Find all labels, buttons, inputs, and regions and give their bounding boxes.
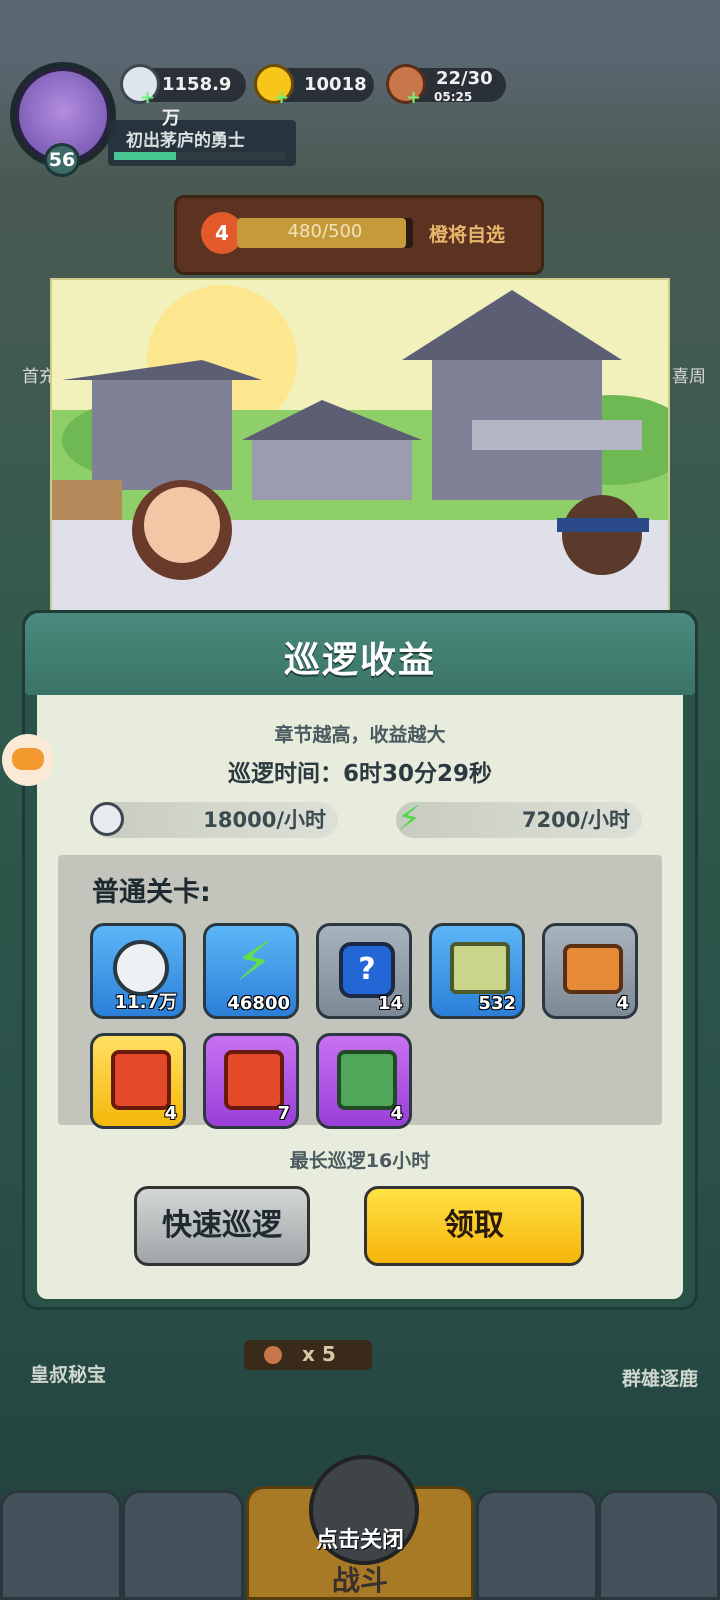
reward-item-mystery-gem[interactable]: ? 14 xyxy=(316,923,412,1019)
add-ingot-icon[interactable]: + xyxy=(274,89,289,107)
stamina-timer: 05:25 xyxy=(434,90,473,104)
gold-treasure-icon xyxy=(111,1050,171,1110)
stamina-counter[interactable]: + 22/30 05:25 xyxy=(386,64,506,107)
battle-count: x 5 xyxy=(302,1342,336,1366)
reward-item-purple-treasure[interactable]: 7 xyxy=(203,1033,299,1129)
xp-bar xyxy=(114,152,286,160)
quick-patrol-label: 快速巡逻 xyxy=(162,1208,282,1243)
energy-icon: ⚡ xyxy=(235,930,273,993)
heroes-contest-label[interactable]: 群雄逐鹿 xyxy=(622,1364,698,1391)
battle-cost-bar: x 5 xyxy=(244,1340,372,1370)
general-pick-panel[interactable]: 4 480/500 橙将自选 xyxy=(174,195,544,275)
reward-count: 4 xyxy=(390,1103,403,1124)
energy-rate-value: 7200/小时 xyxy=(521,808,630,832)
progress-bar: 480/500 xyxy=(237,218,413,248)
coin-rate-bar: 18000/小时 xyxy=(92,802,338,838)
orange-general-pick-label: 橙将自选 xyxy=(429,224,506,246)
uncle-treasure-label[interactable]: 皇叔秘宝 xyxy=(30,1360,106,1387)
nav-hero-button[interactable] xyxy=(122,1490,244,1600)
coin-value: 1158.9万 xyxy=(162,74,232,129)
reward-count: 11.7万 xyxy=(114,992,177,1013)
reward-count: 4 xyxy=(616,993,629,1014)
jade-seal-icon xyxy=(337,1050,397,1110)
dialog-title: 巡逻收益 xyxy=(283,640,436,681)
quick-patrol-button[interactable]: 快速巡逻 xyxy=(134,1186,310,1266)
patrol-scene-illustration xyxy=(50,278,670,618)
player-level-badge: 56 xyxy=(44,143,80,177)
add-stamina-icon[interactable]: + xyxy=(406,89,421,107)
reward-count: 4 xyxy=(164,1103,177,1124)
chest-icon xyxy=(563,944,623,994)
meat-icon xyxy=(264,1346,282,1364)
coin-icon xyxy=(90,802,124,836)
ingot-value: 10018 xyxy=(304,74,367,95)
xp-fill xyxy=(114,152,176,160)
energy-rate-bar: 7200/小时 xyxy=(396,802,642,838)
reward-item-chest[interactable]: 4 xyxy=(542,923,638,1019)
energy-icon: ⚡ xyxy=(397,799,421,839)
reward-count: 532 xyxy=(478,993,516,1014)
reward-item-jade-seal[interactable]: 4 xyxy=(316,1033,412,1129)
max-patrol-note: 最长巡逻16小时 xyxy=(289,1150,431,1172)
reward-count: 14 xyxy=(377,993,403,1014)
progress-text: 480/500 xyxy=(287,221,363,242)
reward-count: 7 xyxy=(277,1103,290,1124)
tap-to-close-hint[interactable]: 点击关闭 xyxy=(246,1522,474,1554)
scroll-icon xyxy=(450,942,510,994)
reward-item-energy[interactable]: ⚡ 46800 xyxy=(203,923,299,1019)
gamepad-icon xyxy=(12,748,44,770)
patrol-time: 巡逻时间：6时30分29秒 xyxy=(227,761,493,787)
coin-rate-value: 18000/小时 xyxy=(203,808,326,832)
nav-city-button[interactable] xyxy=(0,1490,122,1600)
reward-item-coin[interactable]: 11.7万 xyxy=(90,923,186,1019)
claim-label: 领取 xyxy=(444,1208,504,1243)
weekly-label[interactable]: 喜周 xyxy=(672,362,706,387)
reward-count: 46800 xyxy=(227,993,290,1014)
nav-equipment-button[interactable] xyxy=(476,1490,598,1600)
coin-counter[interactable]: + 1158.9万 xyxy=(120,64,246,129)
dialog-subtitle: 章节越高，收益越大 xyxy=(274,724,446,746)
claim-button[interactable]: 领取 xyxy=(364,1186,584,1266)
ingot-counter[interactable]: + 10018 xyxy=(254,64,374,107)
battle-label: 战斗 xyxy=(331,1564,388,1597)
gamepad-button[interactable] xyxy=(2,734,54,786)
reward-item-gold-treasure[interactable]: 4 xyxy=(90,1033,186,1129)
nav-shop-button[interactable] xyxy=(598,1490,720,1600)
purple-treasure-icon xyxy=(224,1050,284,1110)
mystery-gem-icon: ? xyxy=(339,942,395,998)
reward-item-scroll[interactable]: 532 xyxy=(429,923,525,1019)
normal-stage-label: 普通关卡: xyxy=(92,877,211,908)
add-coin-icon[interactable]: + xyxy=(140,89,155,107)
